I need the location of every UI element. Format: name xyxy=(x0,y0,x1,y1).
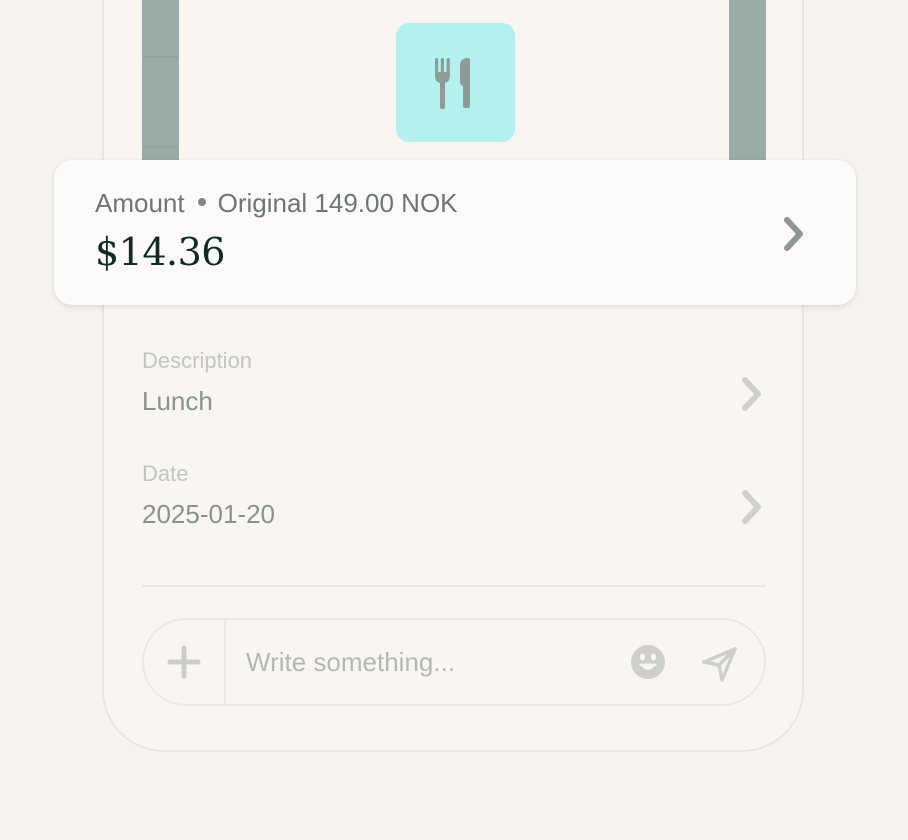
category-tile[interactable] xyxy=(396,23,515,142)
separator-dot xyxy=(197,198,206,207)
original-amount: Original 149.00 NOK xyxy=(217,188,458,218)
date-label: Date xyxy=(142,461,189,486)
chevron-right-icon xyxy=(742,377,761,411)
cutlery-icon xyxy=(434,57,470,109)
converted-amount: $14.36 xyxy=(95,230,225,274)
add-attachment-button[interactable] xyxy=(144,620,224,704)
description-value: Lunch xyxy=(142,386,213,416)
date-row[interactable]: Date 2025-01-20 xyxy=(142,461,766,553)
message-input[interactable] xyxy=(246,640,606,684)
divider xyxy=(142,585,766,587)
send-icon[interactable] xyxy=(702,646,738,682)
amount-label: Amount xyxy=(95,188,185,218)
plus-icon xyxy=(167,645,201,679)
amount-meta: Amount Original 149.00 NOK xyxy=(95,188,458,219)
screen: Amount Original 149.00 NOK $14.36 Descrip… xyxy=(0,0,908,840)
date-value: 2025-01-20 xyxy=(142,499,275,529)
composer-separator xyxy=(224,620,226,704)
smiley-icon[interactable] xyxy=(630,644,666,680)
description-label: Description xyxy=(142,348,253,373)
chevron-right-icon xyxy=(784,217,803,251)
message-composer xyxy=(142,618,766,706)
side-stripe-left xyxy=(142,0,179,160)
amount-card[interactable]: Amount Original 149.00 NOK $14.36 xyxy=(54,160,856,305)
side-stripe-right xyxy=(729,0,766,160)
chevron-right-icon xyxy=(742,490,761,524)
description-row[interactable]: Description Lunch xyxy=(142,348,766,440)
